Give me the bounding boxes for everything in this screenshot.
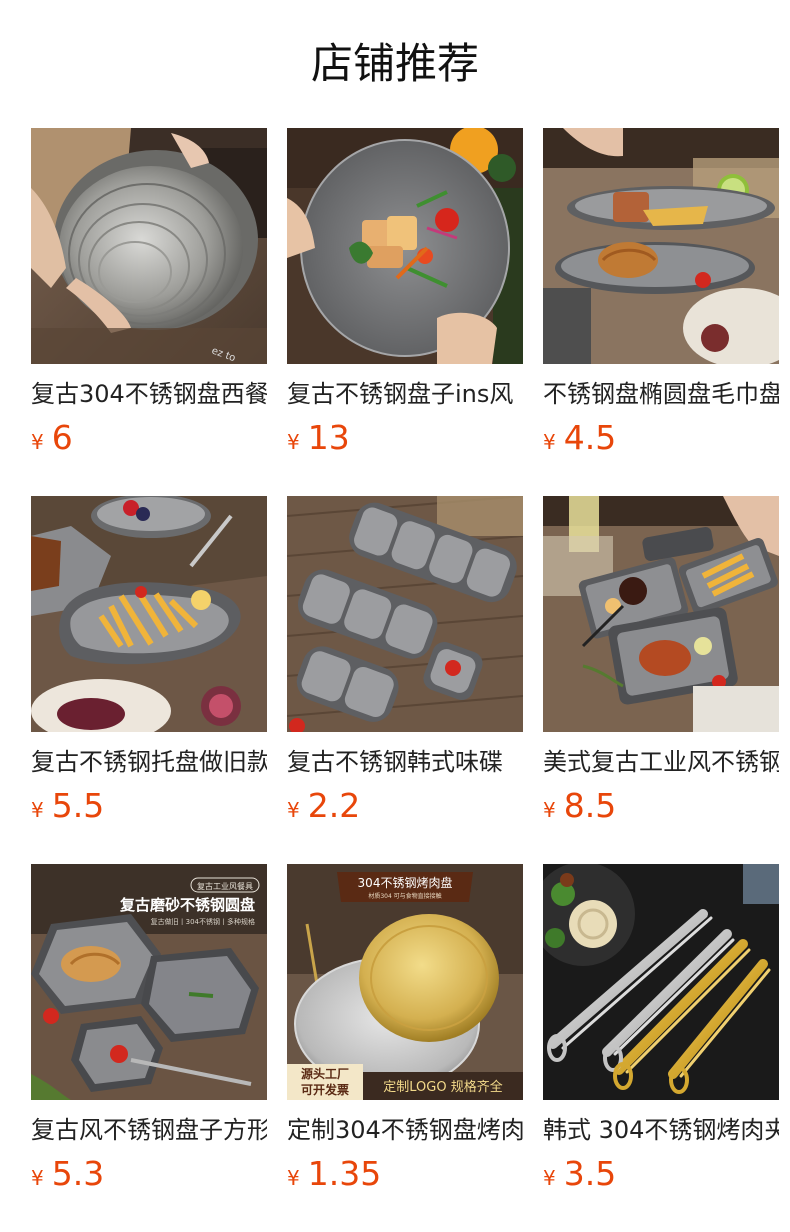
currency-symbol: ¥	[31, 798, 44, 822]
product-image[interactable]	[543, 496, 779, 732]
price-value: 8.5	[563, 786, 617, 825]
banner-title: 复古磨砂不锈钢圆盘	[119, 896, 255, 914]
product-price: ¥1.35	[287, 1154, 523, 1194]
page-title: 店铺推荐	[310, 39, 479, 88]
product-image[interactable]	[543, 864, 779, 1100]
product-image[interactable]	[543, 128, 779, 364]
price-value: 13	[307, 418, 350, 457]
product-image[interactable]	[287, 128, 523, 364]
product-name[interactable]: 不锈钢盘椭圆盘毛巾盘	[543, 377, 779, 411]
product-grid: ez to 复古304不锈钢盘西餐 ¥6 复古不锈钢盘子ins风 ¥ 13 不锈…	[31, 128, 779, 1232]
product-image[interactable]: ez to	[31, 128, 267, 364]
currency-symbol: ¥	[543, 1166, 556, 1190]
product-price: ¥5.3	[31, 1154, 267, 1194]
price-value: 4.5	[563, 418, 617, 457]
product-price: ¥6	[31, 418, 267, 458]
banner-bottom: 定制LOGO 规格齐全	[383, 1079, 502, 1095]
banner-corner-line2: 可开发票	[301, 1082, 349, 1097]
product-name[interactable]: 复古不锈钢托盘做旧款	[31, 745, 267, 779]
product-card[interactable]: 304不锈钢烤肉盘 材质304 可与食物直接接触 源头工厂 可开发票 定制LOG…	[287, 864, 523, 1232]
product-card[interactable]: 美式复古工业风不锈钢 ¥8.5	[543, 496, 779, 864]
price-value: 5.3	[51, 1154, 105, 1193]
product-name[interactable]: 美式复古工业风不锈钢	[543, 745, 779, 779]
currency-symbol: ¥	[543, 430, 556, 454]
banner-corner-line1: 源头工厂	[301, 1066, 349, 1081]
product-image[interactable]: 复古工业风餐具 复古磨砂不锈钢圆盘 复古做旧丨304不锈钢丨多种规格	[31, 864, 267, 1100]
currency-symbol: ¥	[543, 798, 556, 822]
price-value: 1.35	[307, 1154, 382, 1193]
product-name[interactable]: 定制304不锈钢盘烤肉	[287, 1113, 523, 1147]
banner-top-subtitle: 材质304 可与食物直接接触	[368, 892, 441, 900]
product-price: ¥3.5	[543, 1154, 779, 1194]
product-image[interactable]	[287, 496, 523, 732]
product-name[interactable]: 复古304不锈钢盘西餐	[31, 377, 267, 411]
product-card[interactable]: 复古不锈钢托盘做旧款 ¥5.5	[31, 496, 267, 864]
product-image[interactable]: 304不锈钢烤肉盘 材质304 可与食物直接接触 源头工厂 可开发票 定制LOG…	[287, 864, 523, 1100]
product-image[interactable]	[31, 496, 267, 732]
product-name[interactable]: 韩式 304不锈钢烤肉夹	[543, 1113, 779, 1147]
banner-top-title: 304不锈钢烤肉盘	[358, 875, 453, 890]
price-value: 5.5	[51, 786, 105, 825]
price-value: 3.5	[563, 1154, 617, 1193]
currency-symbol: ¥	[31, 1166, 44, 1190]
currency-symbol: ¥	[287, 798, 300, 822]
product-price: ¥8.5	[543, 786, 779, 826]
product-price: ¥5.5	[31, 786, 267, 826]
product-card[interactable]: 复古不锈钢韩式味碟 ¥2.2	[287, 496, 523, 864]
product-card[interactable]: 复古工业风餐具 复古磨砂不锈钢圆盘 复古做旧丨304不锈钢丨多种规格 复古风不锈…	[31, 864, 267, 1232]
product-card[interactable]: ez to 复古304不锈钢盘西餐 ¥6	[31, 128, 267, 496]
product-card[interactable]: 不锈钢盘椭圆盘毛巾盘 ¥4.5	[543, 128, 779, 496]
price-value: 6	[51, 418, 73, 457]
currency-symbol: ¥	[31, 430, 44, 454]
product-price: ¥4.5	[543, 418, 779, 458]
currency-symbol: ¥	[287, 1166, 300, 1190]
product-name[interactable]: 复古不锈钢韩式味碟	[287, 745, 523, 779]
banner-tag: 复古工业风餐具	[197, 881, 253, 891]
banner-subtitle: 复古做旧丨304不锈钢丨多种规格	[151, 917, 255, 926]
price-value: 2.2	[307, 786, 361, 825]
product-name[interactable]: 复古不锈钢盘子ins风	[287, 377, 523, 411]
currency-symbol: ¥	[287, 430, 300, 454]
product-card[interactable]: 韩式 304不锈钢烤肉夹 ¥3.5	[543, 864, 779, 1232]
product-price: ¥2.2	[287, 786, 523, 826]
product-card[interactable]: 复古不锈钢盘子ins风 ¥13	[287, 128, 523, 496]
product-price: ¥13	[287, 418, 523, 458]
product-name[interactable]: 复古风不锈钢盘子方形	[31, 1113, 267, 1147]
